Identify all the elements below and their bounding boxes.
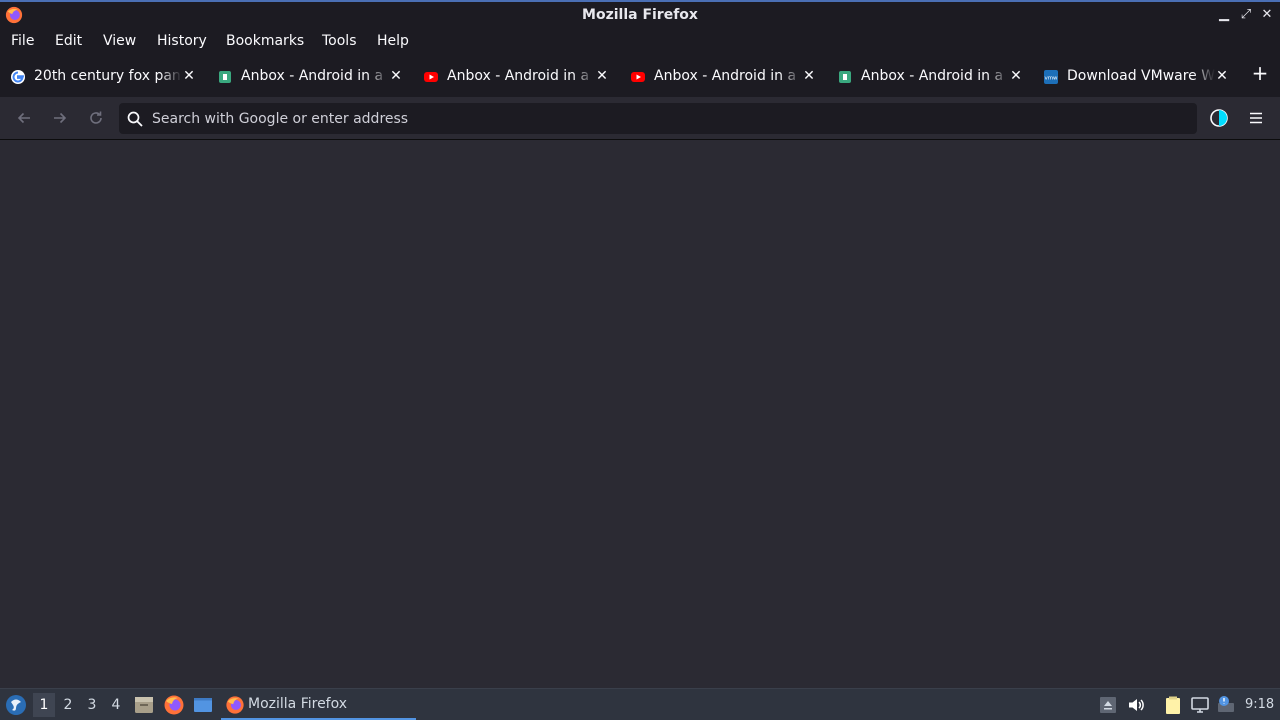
file-manager-icon[interactable] <box>133 694 155 716</box>
network-icon[interactable] <box>1190 695 1210 715</box>
firefox-icon <box>226 696 244 714</box>
menu-tools[interactable]: Tools <box>322 33 357 49</box>
tab-label: Anbox - Android in a Box <box>241 68 389 84</box>
menu-bar: File Edit View History Bookmarks Tools H… <box>0 29 1280 55</box>
url-bar[interactable] <box>119 103 1197 134</box>
window-title: Mozilla Firefox <box>582 7 698 23</box>
reload-icon <box>90 111 102 124</box>
reload-button[interactable] <box>86 109 106 129</box>
back-button[interactable] <box>14 109 34 129</box>
workspace-3[interactable]: 3 <box>81 693 103 717</box>
menu-icon[interactable] <box>1247 109 1265 127</box>
tab[interactable]: Anbox - Android in a Box ✕ <box>626 63 826 91</box>
minimize-button[interactable]: ▁ <box>1216 6 1232 24</box>
nav-bar <box>0 97 1280 140</box>
task-label: Mozilla Firefox <box>248 696 348 712</box>
anbox-icon <box>219 71 231 83</box>
firefox-icon[interactable] <box>163 694 185 716</box>
clock: 9:18 <box>1245 697 1275 712</box>
tab[interactable]: 20th century fox panzoom ✕ <box>6 63 206 91</box>
close-tab-icon[interactable]: ✕ <box>802 67 816 85</box>
tab[interactable]: Anbox - Android in a Box ✕ <box>419 63 619 91</box>
youtube-icon <box>424 72 438 82</box>
start-menu-icon[interactable] <box>5 694 27 716</box>
tab-label: Anbox - Android in a Box <box>861 68 1009 84</box>
back-arrow-icon <box>17 112 30 124</box>
close-window-button[interactable]: ✕ <box>1259 6 1275 24</box>
close-tab-icon[interactable]: ✕ <box>1215 67 1229 85</box>
close-tab-icon[interactable]: ✕ <box>182 67 196 85</box>
menu-help[interactable]: Help <box>377 33 409 49</box>
contrast-icon[interactable] <box>1209 108 1229 128</box>
menu-bookmarks[interactable]: Bookmarks <box>226 33 304 49</box>
menu-file[interactable]: File <box>11 33 34 49</box>
close-tab-icon[interactable]: ✕ <box>389 67 403 85</box>
search-icon <box>127 111 143 127</box>
tab-label: 20th century fox panzoom <box>34 68 182 84</box>
volume-icon[interactable] <box>1126 695 1146 715</box>
menu-history[interactable]: History <box>157 33 207 49</box>
close-tab-icon[interactable]: ✕ <box>1009 67 1023 85</box>
workspace-1[interactable]: 1 <box>33 693 55 717</box>
close-tab-icon[interactable]: ✕ <box>595 67 609 85</box>
new-tab-button[interactable]: + <box>1250 63 1270 83</box>
taskbar: 1 2 3 4 Mozilla Firefox 9:18 <box>0 688 1280 720</box>
tab-label: Anbox - Android in a Box <box>447 68 595 84</box>
workspace-2[interactable]: 2 <box>57 693 79 717</box>
page-content <box>0 141 1280 688</box>
tab-bar: 20th century fox panzoom ✕ Anbox - Andro… <box>0 55 1280 97</box>
tab-label: Download VMware Workstation <box>1067 68 1215 84</box>
menu-edit[interactable]: Edit <box>55 33 82 49</box>
title-bar: Mozilla Firefox ▁ ⤢ ✕ <box>0 0 1280 29</box>
tab[interactable]: vmw Download VMware Workstation ✕ <box>1039 63 1239 91</box>
vmware-icon-text: vmw <box>1044 76 1058 82</box>
google-icon <box>11 70 25 84</box>
menu-view[interactable]: View <box>103 33 136 49</box>
youtube-icon <box>631 72 645 82</box>
tab[interactable]: Anbox - Android in a Box ✕ <box>213 63 413 91</box>
tab-label: Anbox - Android in a Box <box>654 68 802 84</box>
workspace-4[interactable]: 4 <box>105 693 127 717</box>
anbox-icon <box>839 71 851 83</box>
vmware-icon: vmw <box>1044 70 1058 84</box>
notification-icon[interactable] <box>1216 695 1236 715</box>
url-input[interactable] <box>152 107 1152 131</box>
forward-arrow-icon <box>54 112 67 124</box>
eject-icon[interactable] <box>1098 695 1118 715</box>
maximize-button[interactable]: ⤢ <box>1238 6 1254 24</box>
clipboard-icon[interactable] <box>1163 695 1183 715</box>
desktop-icon[interactable] <box>192 694 214 716</box>
taskbar-task-firefox[interactable]: Mozilla Firefox <box>221 689 416 720</box>
tab[interactable]: Anbox - Android in a Box ✕ <box>833 63 1033 91</box>
forward-button[interactable] <box>50 109 70 129</box>
